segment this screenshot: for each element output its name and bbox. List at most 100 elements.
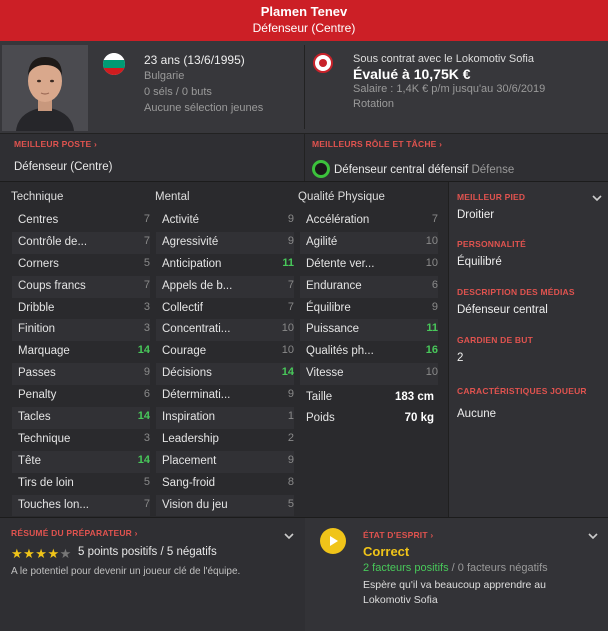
attribute-value: 3	[143, 431, 150, 444]
contract-club[interactable]: Sous contrat avec le Lokomotiv Sofia	[353, 52, 545, 67]
height-row: Taille 183 cm	[298, 388, 438, 409]
attribute-row: Déterminati... 9	[156, 385, 294, 407]
attribute-value: 16	[425, 344, 438, 357]
attribute-label: Collectif	[162, 301, 203, 314]
best-role-panel[interactable]: MEILLEURS RÔLE ET TÂCHE › Défenseur cent…	[312, 134, 602, 182]
attribute-row: Marquage 14	[12, 341, 150, 363]
mood-factors: 2 facteurs positifs / 0 facteurs négatif…	[363, 562, 548, 574]
goalkeeper-block: GARDIEN DE BUT 2	[457, 335, 603, 364]
player-traits-block: CARACTÉRISTIQUES JOUEUR Aucune	[457, 386, 603, 420]
attribute-label: Vitesse	[306, 367, 344, 380]
player-name: Plamen Tenev	[260, 4, 348, 19]
player-youth-caps: Aucune sélection jeunes	[144, 102, 264, 114]
attribute-label: Anticipation	[162, 257, 222, 270]
attribute-label: Centres	[18, 214, 59, 226]
player-overview: 23 ans (13/6/1995) Bulgarie 0 séls / 0 b…	[0, 41, 608, 133]
positive-factors[interactable]: 2 facteurs positifs	[363, 562, 449, 574]
preferred-foot-title: MEILLEUR PIED	[457, 192, 526, 202]
player-traits-title: CARACTÉRISTIQUES JOUEUR	[457, 386, 587, 396]
attribute-value: 7	[143, 497, 150, 510]
attribute-label: Accélération	[306, 214, 370, 226]
attribute-row: Puissance 11	[300, 319, 438, 342]
attribute-label: Endurance	[306, 279, 362, 292]
preferred-foot-value: Droitier	[457, 209, 495, 221]
attribute-row: Agressivité 9	[156, 231, 294, 254]
mood-note: Espère qu'il va beaucoup apprendre au Lo…	[363, 579, 546, 606]
attribute-label: Penalty	[18, 389, 57, 402]
player-details-sidebar: MEILLEUR PIED Droitier PERSONNALITÉ Équi…	[448, 181, 608, 517]
attribute-value: 6	[143, 388, 150, 401]
attribute-row: Corners 5	[12, 254, 150, 276]
personality-title: PERSONNALITÉ	[457, 239, 526, 249]
negative-factors[interactable]: 0 facteurs négatifs	[458, 562, 548, 574]
weight-row: Poids 70 kg	[298, 409, 438, 430]
attribute-label: Touches lon...	[18, 498, 89, 511]
best-position-title[interactable]: MEILLEUR POSTE ›	[14, 139, 97, 149]
attribute-value: 7	[287, 300, 294, 313]
club-badge-icon[interactable]	[313, 53, 333, 73]
attribute-label: Qualités ph...	[306, 345, 374, 358]
attributes-panel: Technique Mental Qualité Physique Centre…	[0, 181, 448, 517]
height-value: 183 cm	[394, 391, 434, 403]
preferred-foot-block: MEILLEUR PIED Droitier	[457, 192, 603, 221]
attribute-value: 3	[143, 322, 150, 335]
attribute-label: Leadership	[162, 432, 219, 445]
attribute-row: Inspiration 1	[156, 407, 294, 429]
attribute-value: 11	[282, 256, 294, 269]
attribute-row: Décisions 14	[156, 363, 294, 386]
attribute-value: 9	[431, 300, 438, 313]
trainer-summary-text: 5 points positifs / 5 négatifs	[78, 546, 217, 558]
best-position-panel[interactable]: MEILLEUR POSTE › Défenseur (Centre)	[14, 134, 304, 182]
best-position-row: MEILLEUR POSTE › Défenseur (Centre) MEIL…	[0, 133, 608, 182]
mood-value: Correct	[363, 544, 410, 559]
player-nationality[interactable]: Bulgarie	[144, 68, 263, 84]
best-role-title[interactable]: MEILLEURS RÔLE ET TÂCHE ›	[312, 139, 442, 149]
attribute-row: Centres 7	[12, 210, 150, 232]
attribute-label: Tacles	[18, 411, 51, 424]
attribute-value: 7	[431, 213, 438, 225]
trainer-note: A le potentiel pour devenir un joueur cl…	[11, 566, 241, 577]
player-header: Plamen Tenev Défenseur (Centre)	[0, 0, 608, 41]
star-rating: ★★★★★	[11, 546, 72, 562]
attribute-value: 11	[426, 322, 438, 335]
mood-panel[interactable]: ÉTAT D'ESPRIT › Correct 2 facteurs posit…	[305, 518, 608, 631]
attribute-value: 2	[287, 431, 294, 444]
player-age: 23 ans (13/6/1995)	[144, 53, 245, 67]
player-value: Évalué à 10,75K €	[353, 66, 471, 82]
attribute-value: 9	[143, 366, 150, 379]
attribute-value: 14	[137, 344, 150, 357]
attribute-value: 7	[287, 278, 294, 291]
attribute-row: Coups francs 7	[12, 275, 150, 298]
divider	[304, 134, 305, 182]
role-suitability-icon	[312, 160, 330, 178]
attribute-row: Leadership 2	[156, 429, 294, 451]
attribute-row: Tirs de loin 5	[12, 473, 150, 495]
attribute-row: Tacles 14	[12, 407, 150, 429]
attribute-label: Finition	[18, 323, 56, 336]
chevron-down-icon[interactable]	[588, 529, 598, 540]
attribute-value: 9	[287, 453, 294, 466]
attribute-row: Sang-froid 8	[156, 473, 294, 495]
attribute-row: Passes 9	[12, 363, 150, 386]
trainer-summary-title[interactable]: RÉSUMÉ DU PRÉPARATEUR ›	[11, 528, 138, 538]
attribute-value: 10	[281, 344, 294, 357]
attribute-value: 5	[143, 256, 150, 269]
attribute-value: 8	[287, 475, 294, 488]
physical-header: Qualité Physique	[298, 191, 385, 203]
chevron-down-icon[interactable]	[284, 529, 294, 540]
attribute-row: Vision du jeu 5	[156, 494, 294, 517]
attribute-label: Technique	[18, 432, 71, 445]
mood-title[interactable]: ÉTAT D'ESPRIT ›	[363, 530, 433, 540]
attribute-value: 14	[281, 366, 294, 379]
factors-separator: /	[448, 562, 458, 574]
media-description-value: Défenseur central	[457, 304, 548, 316]
player-position: Défenseur (Centre)	[252, 21, 356, 35]
attribute-row: Concentrati... 10	[156, 319, 294, 342]
attribute-row: Agilité 10	[300, 231, 438, 254]
attribute-row: Tête 14	[12, 450, 150, 473]
personality-block: PERSONNALITÉ Équilibré	[457, 239, 603, 268]
attribute-label: Agilité	[306, 235, 338, 248]
bulgaria-flag-icon	[103, 53, 125, 75]
weight-value: 70 kg	[404, 412, 434, 424]
trainer-summary-panel[interactable]: RÉSUMÉ DU PRÉPARATEUR › ★★★★★ 5 points p…	[0, 518, 304, 631]
